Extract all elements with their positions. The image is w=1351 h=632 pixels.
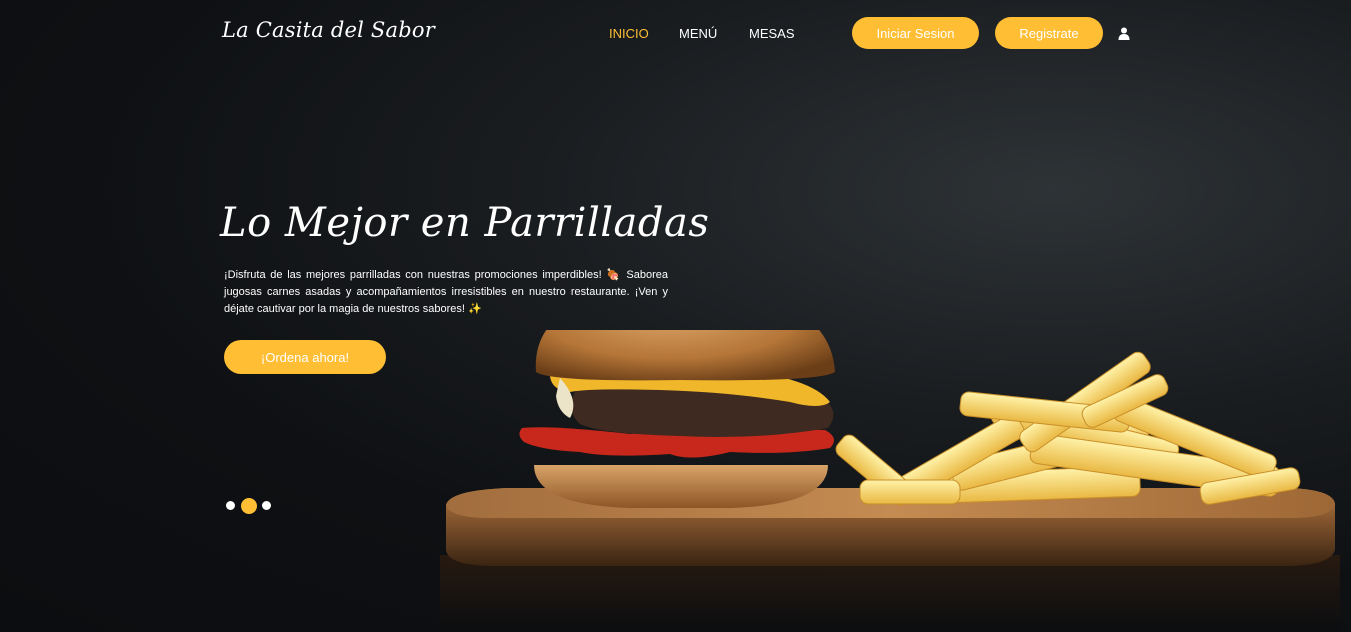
sparkle-emoji-icon: ✨ (467, 303, 482, 315)
hero-section: La Casita del Sabor INICIO MENÚ MESAS In… (0, 0, 1351, 632)
register-button[interactable]: Registrate (995, 17, 1103, 49)
order-now-button[interactable]: ¡Ordena ahora! (224, 340, 386, 374)
carousel-dot-3[interactable] (262, 501, 271, 510)
nav-item-inicio[interactable]: INICIO (609, 26, 649, 41)
hero-description: ¡Disfruta de las mejores parrilladas con… (224, 267, 668, 318)
carousel-dot-2[interactable] (241, 498, 257, 514)
carousel-dot-1[interactable] (226, 501, 235, 510)
user-icon[interactable] (1118, 27, 1130, 40)
burger-fries-image (440, 330, 1340, 632)
meat-emoji-icon: 🍖 (606, 269, 622, 281)
hero-title: Lo Mejor en Parrilladas (220, 200, 710, 246)
hero-description-main: ¡Disfruta de las mejores parrilladas con… (224, 269, 607, 281)
brand-logo[interactable]: La Casita del Sabor (222, 18, 435, 42)
nav-item-mesas[interactable]: MESAS (749, 26, 795, 41)
nav-item-menu[interactable]: MENÚ (679, 26, 717, 41)
login-button[interactable]: Iniciar Sesion (852, 17, 979, 49)
